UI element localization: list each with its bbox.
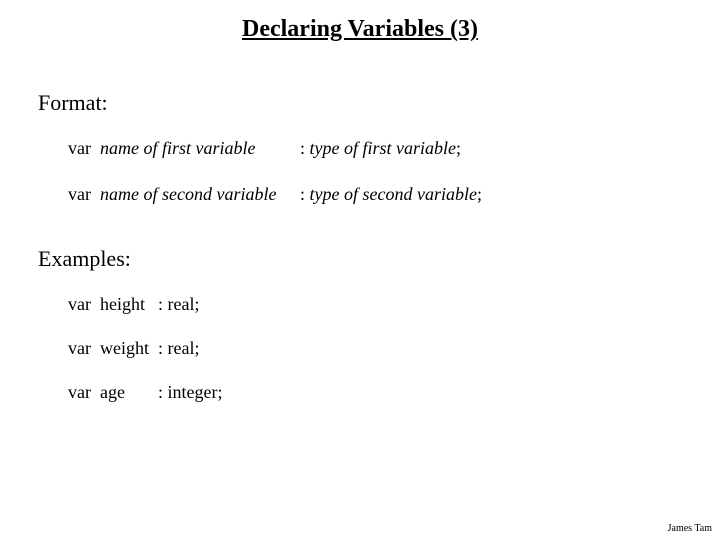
format-line-2: varname of second variable: type of seco… [68, 184, 482, 205]
var-name: weight [100, 338, 158, 359]
placeholder-name: name of first variable [100, 138, 300, 159]
var-name: height [100, 294, 158, 315]
keyword-var: var [68, 138, 100, 159]
colon-separator: : [300, 184, 310, 204]
terminator: ; [456, 138, 461, 158]
colon-separator: : [158, 338, 168, 358]
var-type: real; [168, 338, 200, 358]
slide-title: Declaring Variables (3) [0, 16, 720, 43]
placeholder-type: type of second variable [310, 184, 477, 204]
terminator: ; [477, 184, 482, 204]
var-type: integer; [168, 382, 223, 402]
keyword-var: var [68, 382, 100, 403]
slide: Declaring Variables (3) Format: varname … [0, 0, 720, 540]
format-line-1: varname of first variable: type of first… [68, 138, 461, 159]
var-type: real; [168, 294, 200, 314]
examples-heading: Examples: [38, 246, 131, 272]
var-name: age [100, 382, 158, 403]
keyword-var: var [68, 184, 100, 205]
example-line-2: varweight: real; [68, 338, 200, 359]
colon-separator: : [300, 138, 310, 158]
example-line-1: varheight: real; [68, 294, 200, 315]
example-line-3: varage: integer; [68, 382, 223, 403]
placeholder-type: type of first variable [310, 138, 456, 158]
format-heading: Format: [38, 90, 108, 116]
keyword-var: var [68, 294, 100, 315]
colon-separator: : [158, 382, 168, 402]
placeholder-name: name of second variable [100, 184, 300, 205]
keyword-var: var [68, 338, 100, 359]
footer-author: James Tam [668, 523, 712, 534]
colon-separator: : [158, 294, 168, 314]
